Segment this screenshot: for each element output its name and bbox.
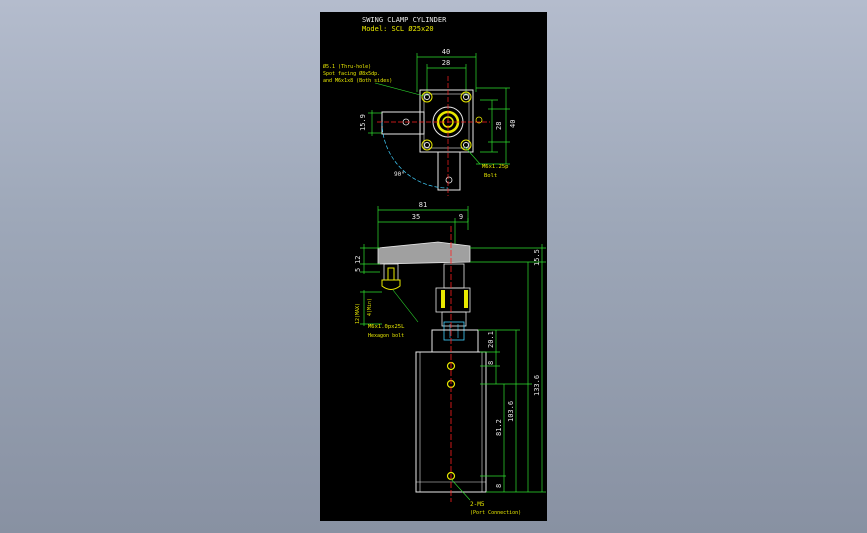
dim-35-label: 35: [412, 213, 420, 221]
note-spot: Spot facing Ø8x5dp.: [323, 70, 380, 77]
dim-133-6-label: 133.6: [533, 375, 541, 396]
note-hex-bolt-sub: Hexagon bolt: [368, 333, 404, 339]
hole-note: Ø5.1 (Thru-hole) Spot facing Ø8x5dp. and…: [323, 63, 425, 97]
dim-28-top: [426, 64, 467, 96]
dim-81-2-label: 81.2: [495, 419, 503, 436]
clamp-arm: [377, 241, 471, 265]
cylinder-head: [431, 329, 479, 353]
dim-8-b-label: 8: [495, 484, 503, 488]
note-hex-bolt: M6x1.0px25L: [368, 324, 405, 330]
dim-40-side-label: 40: [509, 120, 517, 128]
note-hole: Ø5.1 (Thru-hole): [323, 63, 371, 70]
hex-bolt-note: M6x1.0px25L Hexagon bolt: [368, 289, 419, 339]
rod-guide: [443, 321, 465, 341]
angle-label: 90°: [394, 171, 405, 178]
dim-side: [476, 87, 510, 165]
dim-20-1-label: 20.1: [487, 331, 495, 348]
dim-15-9: [368, 110, 382, 136]
dim-81-label: 81: [419, 201, 427, 209]
dim-15-9-label: 15.9: [359, 114, 367, 131]
top-view: 40 28 28 40 15.9 90° Ø5.1 (Thru-hole) Sp…: [323, 48, 517, 196]
note-port: 2-M5: [470, 501, 485, 508]
dim-28-side-label: 28: [495, 122, 503, 130]
dim-103-6-label: 103.6: [507, 401, 515, 422]
note-bolt: M6x1.25p: [482, 164, 509, 170]
dim-81-35-9: [377, 206, 469, 248]
dim-5-label: 5: [354, 268, 362, 272]
note-max: 12(MAX): [355, 303, 361, 324]
cad-drawing: SWING CLAMP CYLINDER Model: SCL Ø25x20 4…: [323, 16, 546, 516]
note-thread: and M6x1x8 (Both sides): [323, 78, 392, 84]
dim-40-top-label: 40: [442, 48, 450, 56]
note-min: 4(Min): [367, 298, 373, 316]
hex-bolt-pad: [381, 279, 401, 290]
dim-right: [470, 244, 546, 493]
note-port-sub: (Port Connection): [470, 510, 521, 516]
dim-12-label: 12: [354, 256, 362, 264]
dim-28-top-label: 28: [442, 59, 450, 67]
front-view: 81 35 9 12 5 12(MAX) 4(Min) M6x1.0px25L: [354, 201, 546, 516]
dim-15-5-label: 15.5: [533, 249, 541, 266]
drawing-sheet: SWING CLAMP CYLINDER Model: SCL Ø25x20 4…: [320, 12, 547, 521]
hex-bolt-body: [383, 263, 399, 281]
drawing-title: SWING CLAMP CYLINDER: [362, 16, 447, 24]
note-bolt-sub: Bolt: [484, 173, 497, 179]
model-label: Model: SCL Ø25x20: [362, 25, 434, 33]
piston-rod: [443, 263, 465, 289]
dim-9-label: 9: [459, 213, 463, 221]
dim-8-a-label: 8: [487, 361, 495, 365]
dim-12-5: [360, 244, 380, 274]
corner-holes: [421, 91, 472, 151]
